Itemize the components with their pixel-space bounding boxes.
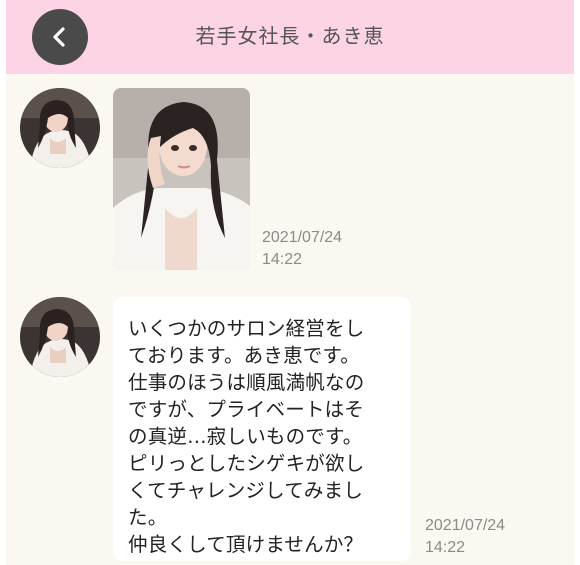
timestamp-time: 14:22 [262,251,303,268]
avatar[interactable] [20,88,100,168]
photo-message[interactable] [113,88,250,270]
timestamp-time: 14:22 [425,539,466,556]
message-timestamp: 2021/07/24 14:22 [262,227,342,271]
message-line: の真逆…寂しいものです。 [128,425,363,448]
timestamp-date: 2021/07/24 [425,517,506,534]
message-line: 仲良くして頂けませんか？ [128,533,364,556]
message-line: くてチャレンジしてみまし [128,479,364,502]
chevron-left-icon [53,27,65,47]
avatar-photo [20,297,100,377]
avatar-photo [20,88,100,168]
chat-title: 若手女社長・あき恵 [195,24,385,48]
message-line: た。 [128,506,168,529]
chat-screen: 若手女社長・あき恵 2021/07/24 14:22 いくつかのサロン経営をし … [6,0,574,565]
text-message-bubble[interactable]: いくつかのサロン経営をし ております。あき恵です。 仕事のほうは順風満帆なの で… [113,297,411,561]
message-timestamp: 2021/07/24 14:22 [425,515,505,559]
message-line: いくつかのサロン経営をし [128,317,365,340]
timestamp-date: 2021/07/24 [262,229,343,246]
header-bar: 若手女社長・あき恵 [6,0,574,74]
message-line: ております。あき恵です。 [128,344,360,367]
message-line: ピリっとしたシゲキが欲し [128,452,365,475]
message-line: 仕事のほうは順風満帆なの [128,371,365,394]
message-line: ですが、プライベートはそ [128,398,365,421]
back-button[interactable] [32,9,88,65]
avatar[interactable] [20,297,100,377]
message-photo [113,88,250,270]
